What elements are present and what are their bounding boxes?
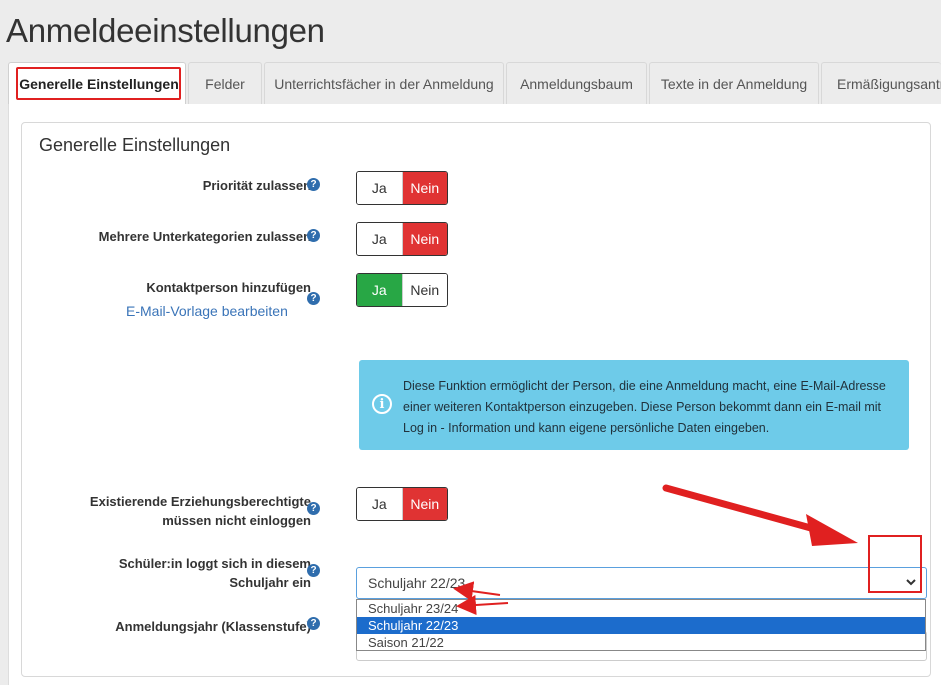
tab-content: Generelle Einstellungen Priorität zulass… xyxy=(8,104,941,685)
tab-label: Texte in der Anmeldung xyxy=(660,75,808,92)
erziehungsberechtigte-label-wrap: Existierende Erziehungsberechtigte müsse… xyxy=(22,492,319,532)
kontaktperson-label-wrap: Kontaktperson hinzufügen xyxy=(22,278,319,298)
settings-panel: Generelle Einstellungen Priorität zulass… xyxy=(21,122,931,677)
prioritaet-label-wrap: Priorität zulassen? xyxy=(22,176,319,196)
unterkategorien-label-wrap: Mehrere Unterkategorien zulassen? xyxy=(22,227,319,247)
anmeldungsjahr-label: Anmeldungsjahr (Klassenstufe) xyxy=(115,619,311,634)
tab-label: Generelle Einstellungen xyxy=(19,75,179,92)
tab-generelle-einstellungen[interactable]: Generelle Einstellungen xyxy=(8,62,186,104)
kontaktperson-label: Kontaktperson hinzufügen xyxy=(146,280,311,295)
erziehungsberechtigte-no-button[interactable]: Nein xyxy=(402,488,447,520)
unterkategorien-no-button[interactable]: Nein xyxy=(402,223,447,255)
prioritaet-toggle: Ja Nein xyxy=(356,171,448,205)
info-text: Diese Funktion ermöglicht der Person, di… xyxy=(403,379,886,435)
schuljahr-label-wrap: Schüler:in loggt sich in diesem Schuljah… xyxy=(22,554,319,594)
unterkategorien-toggle: Ja Nein xyxy=(356,222,448,256)
dropdown-option-selected[interactable]: Schuljahr 22/23 xyxy=(357,617,925,634)
prioritaet-label: Priorität zulassen? xyxy=(202,178,319,193)
page-title: Anmeldeeinstellungen xyxy=(6,12,325,49)
erziehungsberechtigte-toggle: Ja Nein xyxy=(356,487,448,521)
kontaktperson-yes-button[interactable]: Ja xyxy=(357,274,403,306)
tab-texte[interactable]: Texte in der Anmeldung xyxy=(649,62,819,104)
prioritaet-no-button[interactable]: Nein xyxy=(402,172,447,204)
schuljahr-select-value: Schuljahr 22/23 xyxy=(368,575,466,591)
tab-felder[interactable]: Felder xyxy=(188,62,262,104)
schuljahr-select[interactable]: Schuljahr 22/23 xyxy=(356,567,927,599)
tab-anmeldungsbaum[interactable]: Anmeldungsbaum xyxy=(506,62,647,104)
kontaktperson-no-button[interactable]: Nein xyxy=(402,274,447,306)
question-circle-icon[interactable]: ? xyxy=(307,617,320,630)
dropdown-option[interactable]: Schuljahr 23/24 xyxy=(357,600,925,617)
tab-label: Anmeldungsbaum xyxy=(520,75,633,92)
email-template-link[interactable]: E-Mail-Vorlage bearbeiten xyxy=(126,303,288,319)
tab-bar: Generelle Einstellungen Felder Unterrich… xyxy=(8,62,941,104)
tab-label: Felder xyxy=(205,75,245,92)
question-circle-icon[interactable]: ? xyxy=(307,564,320,577)
erziehungsberechtigte-yes-button[interactable]: Ja xyxy=(357,488,403,520)
tab-label: Unterrichtsfächer in der Anmeldung xyxy=(274,75,494,92)
schuljahr-label-line2: Schuljahr ein xyxy=(229,575,311,590)
tab-label: Ermäßigungsanträ xyxy=(837,75,941,92)
question-circle-icon[interactable]: ? xyxy=(307,229,320,242)
tab-ermaessigungsantraege[interactable]: Ermäßigungsanträ xyxy=(821,62,941,104)
question-circle-icon[interactable]: ? xyxy=(307,502,320,515)
question-circle-icon[interactable]: ? xyxy=(307,292,320,305)
kontaktperson-toggle: Ja Nein xyxy=(356,273,448,307)
question-circle-icon[interactable]: ? xyxy=(307,178,320,191)
info-alert: i Diese Funktion ermöglicht der Person, … xyxy=(359,360,909,450)
schuljahr-dropdown: Schuljahr 23/24 Schuljahr 22/23 Saison 2… xyxy=(356,599,926,651)
erziehungsberechtigte-label-line2: müssen nicht einloggen xyxy=(162,513,311,528)
prioritaet-yes-button[interactable]: Ja xyxy=(357,172,403,204)
unterkategorien-yes-button[interactable]: Ja xyxy=(357,223,403,255)
info-circle-icon: i xyxy=(372,394,392,414)
dropdown-option[interactable]: Saison 21/22 xyxy=(357,634,925,651)
tab-unterrichtsfaecher[interactable]: Unterrichtsfächer in der Anmeldung xyxy=(264,62,504,104)
unterkategorien-label: Mehrere Unterkategorien zulassen? xyxy=(98,229,319,244)
panel-title: Generelle Einstellungen xyxy=(39,135,231,155)
chevron-down-icon[interactable] xyxy=(905,576,917,591)
erziehungsberechtigte-label-line1: Existierende Erziehungsberechtigte xyxy=(89,494,311,509)
schuljahr-label-line1: Schüler:in loggt sich in diesem xyxy=(118,556,311,571)
anmeldungsjahr-label-wrap: Anmeldungsjahr (Klassenstufe) xyxy=(22,617,319,637)
